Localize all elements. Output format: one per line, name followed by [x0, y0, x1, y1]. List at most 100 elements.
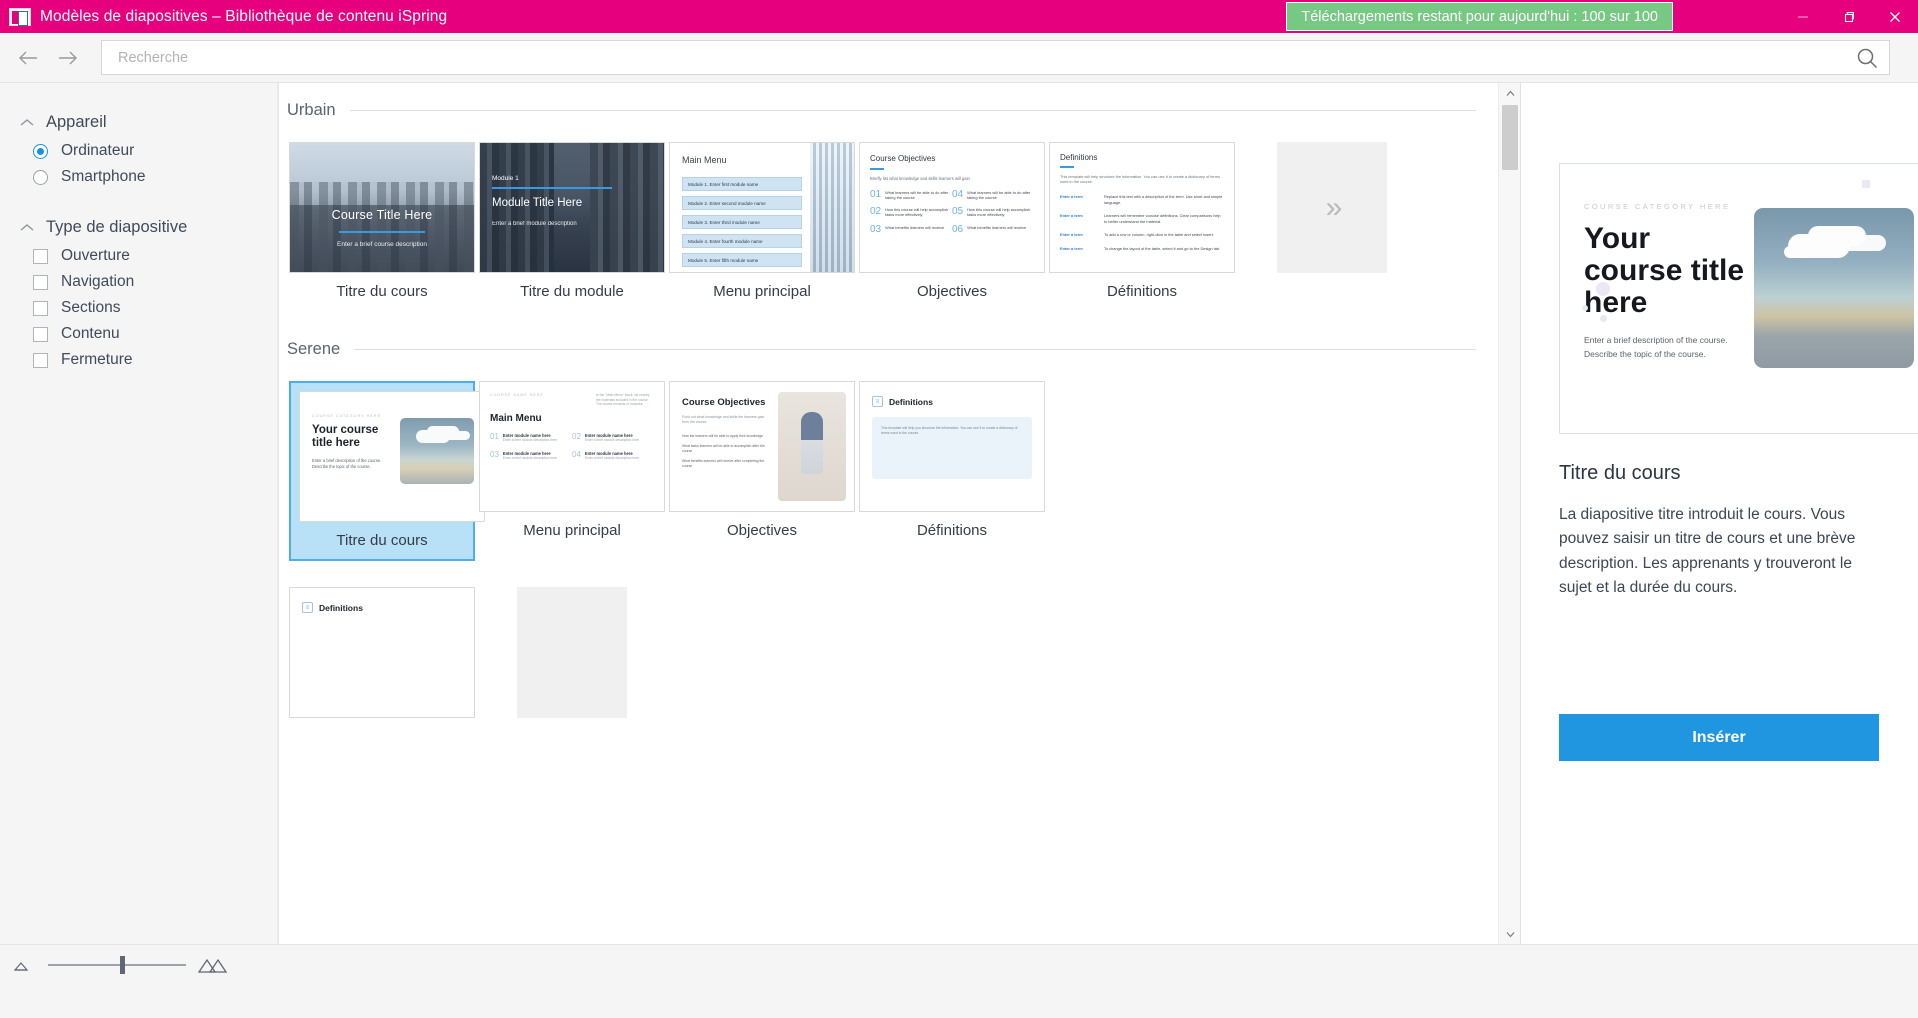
objective-number: 06 — [952, 225, 963, 235]
slide-menu-item: 04 Enter module name here Enter a brief … — [572, 451, 654, 461]
scroll-down-arrow-icon[interactable] — [1499, 924, 1520, 944]
show-more-placeholder[interactable] — [517, 587, 627, 718]
template-card-urbain-menu-principal[interactable]: Main Menu Module 1. Enter first module n… — [667, 142, 857, 300]
template-thumbnail[interactable]: ≡ Definitions — [289, 587, 475, 718]
template-card-label: Objectives — [917, 283, 987, 300]
template-card-urbain-titre-du-module[interactable]: Module 1 Module Title Here Enter a brief… — [477, 142, 667, 300]
template-grid-serene-row2: ≡ Definitions — [279, 587, 1498, 744]
sidebar-item-smartphone[interactable]: Smartphone — [0, 164, 277, 190]
sidebar-item-navigation[interactable]: Navigation — [0, 269, 277, 295]
thumb-serene-definitions-slide: ≡ Definitions This template will help yo… — [860, 382, 1044, 511]
close-button[interactable] — [1872, 0, 1918, 33]
sidebar-item-smartphone-label: Smartphone — [61, 168, 145, 186]
zoom-slider[interactable] — [48, 964, 186, 966]
radio-ordinateur-icon[interactable] — [33, 144, 48, 159]
template-card-urbain-definitions[interactable]: Definitions This template will help stru… — [1047, 142, 1237, 300]
checkbox-fermeture-icon[interactable] — [33, 353, 48, 368]
vertical-scrollbar[interactable] — [1498, 83, 1520, 944]
menu-item-number: 04 — [572, 451, 581, 461]
template-thumbnail[interactable]: Course Title Here Enter a brief course d… — [289, 142, 475, 273]
template-card-serene-menu-principal[interactable]: COURSE NAME HERE In the "Main Menu" bloc… — [477, 381, 667, 561]
objective-text: What benefits learners will receive — [885, 225, 944, 235]
window-controls — [1780, 0, 1918, 33]
template-card-urbain-show-more[interactable]: » — [1237, 142, 1427, 300]
slide-rule — [492, 187, 612, 189]
template-thumbnail[interactable]: Course Objectives Briefly list what know… — [859, 142, 1045, 273]
scrollbar-thumb[interactable] — [1502, 105, 1518, 170]
figure-shape-icon — [801, 412, 823, 474]
search-input[interactable] — [102, 41, 1845, 74]
preview-description: La diapositive titre introduit le cours.… — [1559, 503, 1880, 601]
checkbox-contenu-icon[interactable] — [33, 327, 48, 342]
radio-smartphone-icon[interactable] — [33, 170, 48, 185]
forward-arrow-icon[interactable] — [48, 38, 88, 78]
templates-scroll-area: Urbain Course Title Here Enter a brief c… — [279, 83, 1498, 944]
insert-button[interactable]: Insérer — [1559, 714, 1879, 761]
zoom-out-icon[interactable] — [14, 958, 36, 972]
decor-circle — [1582, 305, 1588, 311]
template-thumbnail[interactable]: ≡ Definitions This template will help yo… — [859, 381, 1045, 512]
search-icon[interactable] — [1845, 41, 1889, 74]
chevron-up-icon — [20, 118, 36, 127]
checkbox-navigation-icon[interactable] — [33, 275, 48, 290]
sidebar-item-fermeture[interactable]: Fermeture — [0, 347, 277, 373]
template-card-label: Objectives — [727, 522, 797, 539]
sidebar-item-ouverture[interactable]: Ouverture — [0, 243, 277, 269]
template-card-urbain-titre-du-cours[interactable]: Course Title Here Enter a brief course d… — [287, 142, 477, 300]
template-card-label: Titre du cours — [299, 532, 465, 559]
objective-text: What learners will be able to do after t… — [967, 190, 1034, 201]
template-card-serene-titre-du-cours[interactable]: COURSE CATEGORY HERE Your course title h… — [287, 381, 477, 561]
show-more-chevrons-icon[interactable]: » — [1277, 142, 1387, 273]
slide-menu-item: Module 3. Enter third module name — [682, 215, 802, 229]
slide-menu-item: 03 Enter module name here Enter a brief … — [490, 451, 572, 461]
downloads-remaining-badge: Téléchargements restant pour aujourd'hui… — [1286, 2, 1673, 31]
slide-objective-item: 06 What benefits learners will receive — [952, 225, 1034, 235]
minimize-button[interactable] — [1780, 0, 1826, 33]
filter-group-slide-type-header[interactable]: Type de diapositive — [0, 212, 277, 243]
template-card-serene-definitions-2[interactable]: ≡ Definitions — [287, 587, 477, 718]
slide-rule — [870, 168, 884, 170]
slide-title: Definitions — [319, 603, 363, 613]
menu-item-number: 03 — [490, 451, 499, 461]
template-thumbnail[interactable]: Course Objectives Point out what knowled… — [669, 381, 855, 512]
selection-highlight: COURSE CATEGORY HERE Your course title h… — [289, 381, 475, 561]
template-card-urbain-objectives[interactable]: Course Objectives Briefly list what know… — [857, 142, 1047, 300]
sidebar-item-sections[interactable]: Sections — [0, 295, 277, 321]
zoom-in-icon[interactable] — [198, 956, 228, 974]
definition-term: Enter a term — [1060, 232, 1104, 237]
main-area: Appareil Ordinateur Smartphone Type de d… — [0, 82, 1918, 944]
template-card-label: Menu principal — [523, 522, 621, 539]
sidebar-item-contenu[interactable]: Contenu — [0, 321, 277, 347]
zoom-slider-handle[interactable] — [120, 956, 125, 974]
template-thumbnail[interactable]: Main Menu Module 1. Enter first module n… — [669, 142, 855, 273]
checkbox-ouverture-icon[interactable] — [33, 249, 48, 264]
definition-term: Enter a term — [1060, 246, 1104, 251]
template-thumbnail[interactable]: COURSE CATEGORY HERE Your course title h… — [299, 391, 485, 522]
template-card-serene-show-more[interactable] — [477, 587, 667, 718]
template-card-serene-definitions[interactable]: ≡ Definitions This template will help yo… — [857, 381, 1047, 561]
template-thumbnail[interactable]: COURSE NAME HERE In the "Main Menu" bloc… — [479, 381, 665, 512]
slide-title: Definitions — [1060, 153, 1224, 162]
back-arrow-icon[interactable] — [8, 38, 48, 78]
definitions-badge-icon: ≡ — [302, 602, 313, 613]
sidebar-item-ordinateur[interactable]: Ordinateur — [0, 138, 277, 164]
template-card-label: Définitions — [917, 522, 987, 539]
search-box[interactable] — [101, 40, 1890, 75]
group-divider — [354, 349, 1476, 350]
objective-text: How the learners will be able to apply t… — [682, 434, 772, 438]
objective-text: How this course will help accomplish tas… — [967, 207, 1034, 218]
template-thumbnail[interactable]: Module 1 Module Title Here Enter a brief… — [479, 142, 665, 273]
cloud-shape-icon — [416, 430, 450, 443]
slide-subtitle: Enter a brief module description — [492, 221, 612, 227]
filter-group-slide-type: Type de diapositive Ouverture Navigation… — [0, 212, 277, 373]
template-thumbnail[interactable]: Definitions This template will help stru… — [1049, 142, 1235, 273]
scroll-up-arrow-icon[interactable] — [1499, 83, 1520, 103]
template-grid-urbain: Course Title Here Enter a brief course d… — [279, 142, 1498, 326]
definitions-badge-icon: ≡ — [872, 396, 883, 407]
checkbox-sections-icon[interactable] — [33, 301, 48, 316]
filter-group-device-header[interactable]: Appareil — [0, 107, 277, 138]
slide-title: Course Objectives — [870, 154, 1034, 163]
template-card-serene-objectives[interactable]: Course Objectives Point out what knowled… — [667, 381, 857, 561]
restore-button[interactable] — [1826, 0, 1872, 33]
thumb-overlay-text: Course Title Here Enter a brief course d… — [290, 208, 474, 248]
